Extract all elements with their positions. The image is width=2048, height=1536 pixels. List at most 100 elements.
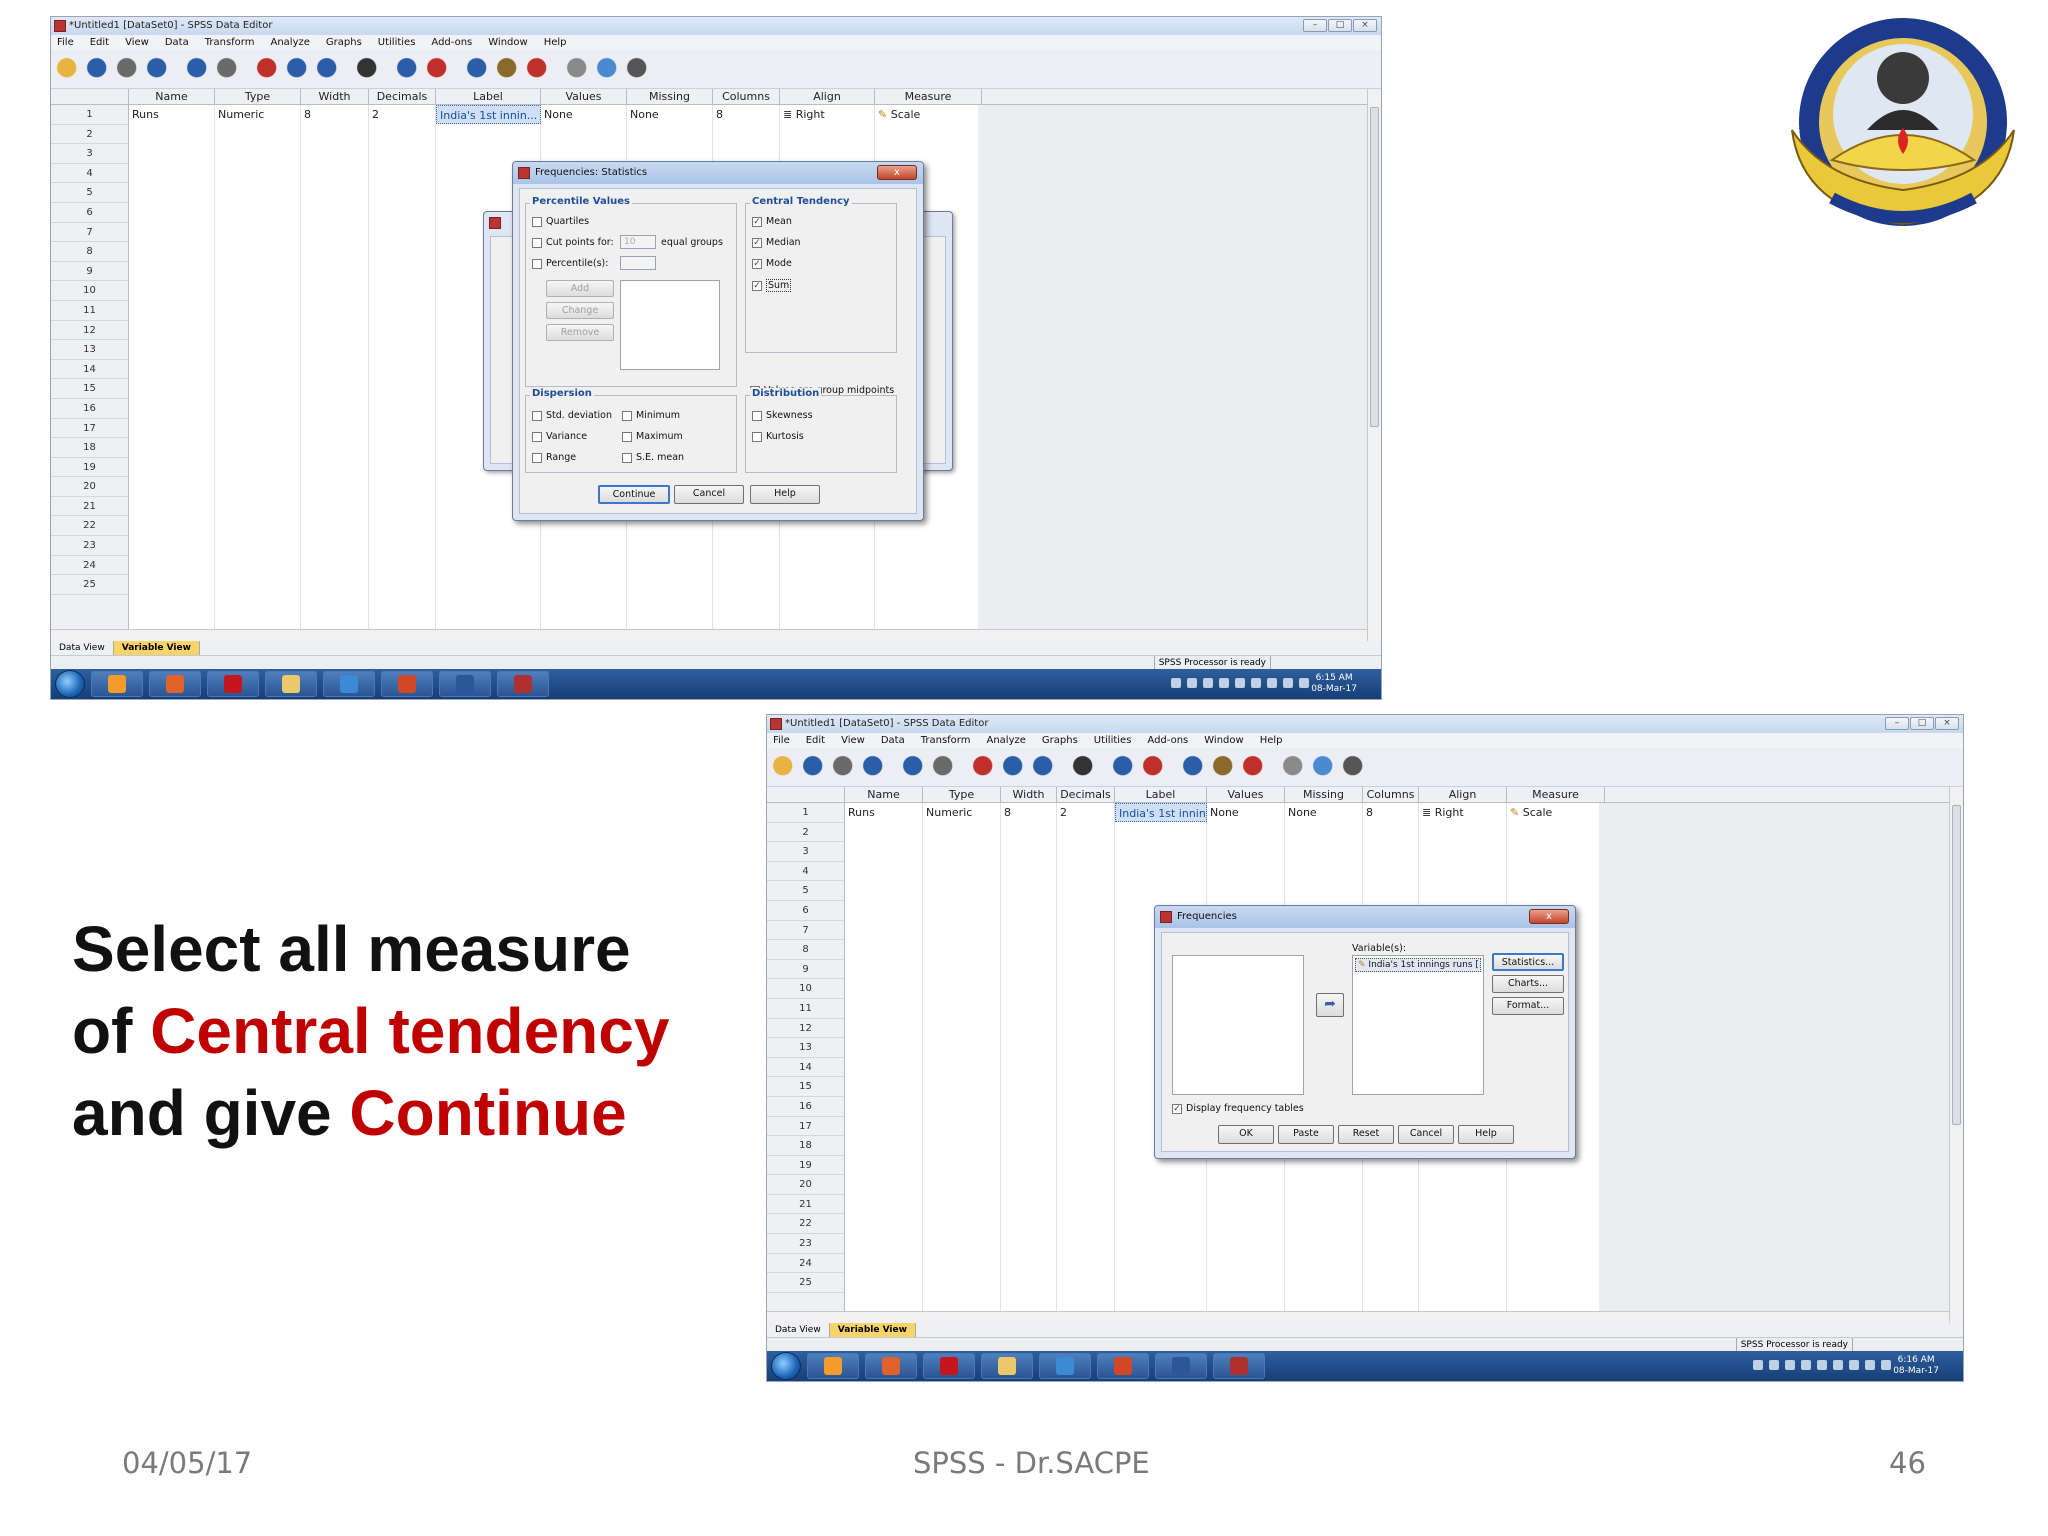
row-number[interactable]: 13: [51, 340, 128, 360]
table-cell[interactable]: 8: [713, 105, 780, 124]
charts-button[interactable]: Charts...: [1492, 975, 1564, 993]
percentile-input[interactable]: [620, 256, 656, 270]
checkbox-box[interactable]: [532, 431, 542, 442]
value-labels-icon[interactable]: [565, 56, 591, 82]
table-cell[interactable]: ✎ Scale: [1507, 803, 1605, 822]
row-number[interactable]: 1: [51, 105, 128, 125]
column-header[interactable]: Measure: [875, 89, 982, 104]
split-file-icon[interactable]: [1181, 754, 1207, 780]
selected-variable-list[interactable]: ✎ India's 1st innings runs [...: [1352, 955, 1484, 1095]
help-button[interactable]: Help: [1458, 1125, 1514, 1144]
table-cell[interactable]: India's 1st innin...: [1115, 803, 1207, 822]
weight-cases-icon[interactable]: [495, 56, 521, 82]
list-item[interactable]: ✎ India's 1st innings runs [...: [1355, 958, 1481, 972]
checkbox-box[interactable]: [622, 431, 632, 442]
column-header[interactable]: Name: [845, 787, 923, 802]
tray-icon[interactable]: [1817, 1360, 1827, 1370]
dialog-close-button[interactable]: x: [1529, 909, 1569, 924]
checkbox-box[interactable]: [532, 237, 542, 248]
menu-item[interactable]: Add-ons: [1147, 733, 1196, 748]
tray-icon[interactable]: [1299, 678, 1309, 688]
help-button[interactable]: Help: [750, 485, 820, 504]
redo-icon[interactable]: [215, 56, 241, 82]
tray-icon[interactable]: [1187, 678, 1197, 688]
format-button[interactable]: Format...: [1492, 997, 1564, 1015]
table-cell[interactable]: 8: [301, 105, 369, 124]
column-header[interactable]: Align: [780, 89, 875, 104]
find-icon[interactable]: [355, 56, 381, 82]
quartiles-checkbox[interactable]: Quartiles: [532, 216, 589, 227]
row-number[interactable]: 23: [767, 1234, 844, 1254]
move-variable-button[interactable]: ➦: [1316, 993, 1344, 1017]
mode-checkbox[interactable]: ✓ Mode: [752, 258, 792, 269]
tray-icon[interactable]: [1251, 678, 1261, 688]
table-cell[interactable]: India's 1st innin...: [436, 105, 541, 124]
checkbox-box[interactable]: [532, 410, 542, 421]
menu-item[interactable]: Utilities: [1094, 733, 1140, 748]
table-cell[interactable]: Numeric: [923, 803, 1001, 822]
tray-icon[interactable]: [1769, 1360, 1779, 1370]
row-number[interactable]: 12: [767, 1019, 844, 1039]
column-header[interactable]: Decimals: [1057, 787, 1115, 802]
redo-icon[interactable]: [931, 754, 957, 780]
row-number[interactable]: 10: [767, 979, 844, 999]
print-icon[interactable]: [115, 56, 141, 82]
tab-data-view[interactable]: Data View: [51, 641, 114, 655]
row-number[interactable]: 21: [51, 497, 128, 517]
row-number[interactable]: 6: [767, 901, 844, 921]
dialog-close-button[interactable]: x: [877, 165, 917, 180]
row-number[interactable]: 16: [767, 1097, 844, 1117]
close-icon[interactable]: ×: [1935, 717, 1959, 730]
row-number[interactable]: 12: [51, 321, 128, 341]
menu-item[interactable]: Window: [1204, 733, 1251, 748]
row-number[interactable]: 19: [767, 1156, 844, 1176]
weight-cases-icon[interactable]: [1211, 754, 1237, 780]
table-cell[interactable]: 2: [369, 105, 436, 124]
checkmark-icon[interactable]: ✓: [752, 216, 762, 227]
change-button[interactable]: Change: [546, 302, 614, 319]
row-number[interactable]: 23: [51, 536, 128, 556]
add-button[interactable]: Add: [546, 280, 614, 297]
tray-icon[interactable]: [1833, 1360, 1843, 1370]
row-number[interactable]: 5: [767, 881, 844, 901]
row-number[interactable]: 3: [767, 842, 844, 862]
variance-checkbox[interactable]: Variance: [532, 431, 587, 442]
tray-icon[interactable]: [1219, 678, 1229, 688]
undo-icon[interactable]: [901, 754, 927, 780]
maximize-icon[interactable]: □: [1910, 717, 1934, 730]
tab-variable-view[interactable]: Variable View: [113, 641, 200, 655]
column-header[interactable]: Align: [1419, 787, 1507, 802]
taskbar-button[interactable]: [807, 1353, 859, 1379]
dialog-recall-icon[interactable]: [145, 56, 171, 82]
column-header[interactable]: Label: [436, 89, 541, 104]
goto-variable-icon[interactable]: [1001, 754, 1027, 780]
checkmark-icon[interactable]: ✓: [752, 237, 762, 248]
row-number[interactable]: 8: [767, 940, 844, 960]
variables-icon[interactable]: [1031, 754, 1057, 780]
tray-clock[interactable]: 6:15 AM 08-Mar-17: [1311, 669, 1357, 699]
row-number[interactable]: 11: [767, 999, 844, 1019]
table-cell[interactable]: Runs: [845, 803, 923, 822]
reset-button[interactable]: Reset: [1338, 1125, 1394, 1144]
horizontal-scrollbar[interactable]: [767, 1311, 1949, 1323]
use-sets-icon[interactable]: [595, 56, 621, 82]
row-number[interactable]: 25: [51, 575, 128, 595]
row-number[interactable]: 15: [51, 379, 128, 399]
minimize-icon[interactable]: –: [1885, 717, 1909, 730]
maximize-icon[interactable]: □: [1328, 19, 1352, 32]
taskbar-button[interactable]: [1213, 1353, 1265, 1379]
row-number[interactable]: 22: [51, 516, 128, 537]
column-header[interactable]: Type: [923, 787, 1001, 802]
row-number[interactable]: 22: [767, 1214, 844, 1235]
display-frequency-tables-checkbox[interactable]: ✓ Display frequency tables: [1172, 1103, 1304, 1114]
goto-variable-icon[interactable]: [285, 56, 311, 82]
row-number[interactable]: 10: [51, 281, 128, 301]
table-cell[interactable]: ≣ Right: [1419, 803, 1507, 822]
taskbar-button[interactable]: [981, 1353, 1033, 1379]
menu-item[interactable]: Utilities: [378, 35, 424, 50]
goto-case-icon[interactable]: [971, 754, 997, 780]
column-header[interactable]: Missing: [1285, 787, 1363, 802]
row-number[interactable]: 2: [51, 125, 128, 145]
percentiles-checkbox[interactable]: Percentile(s):: [532, 258, 608, 269]
tab-data-view[interactable]: Data View: [767, 1323, 830, 1337]
